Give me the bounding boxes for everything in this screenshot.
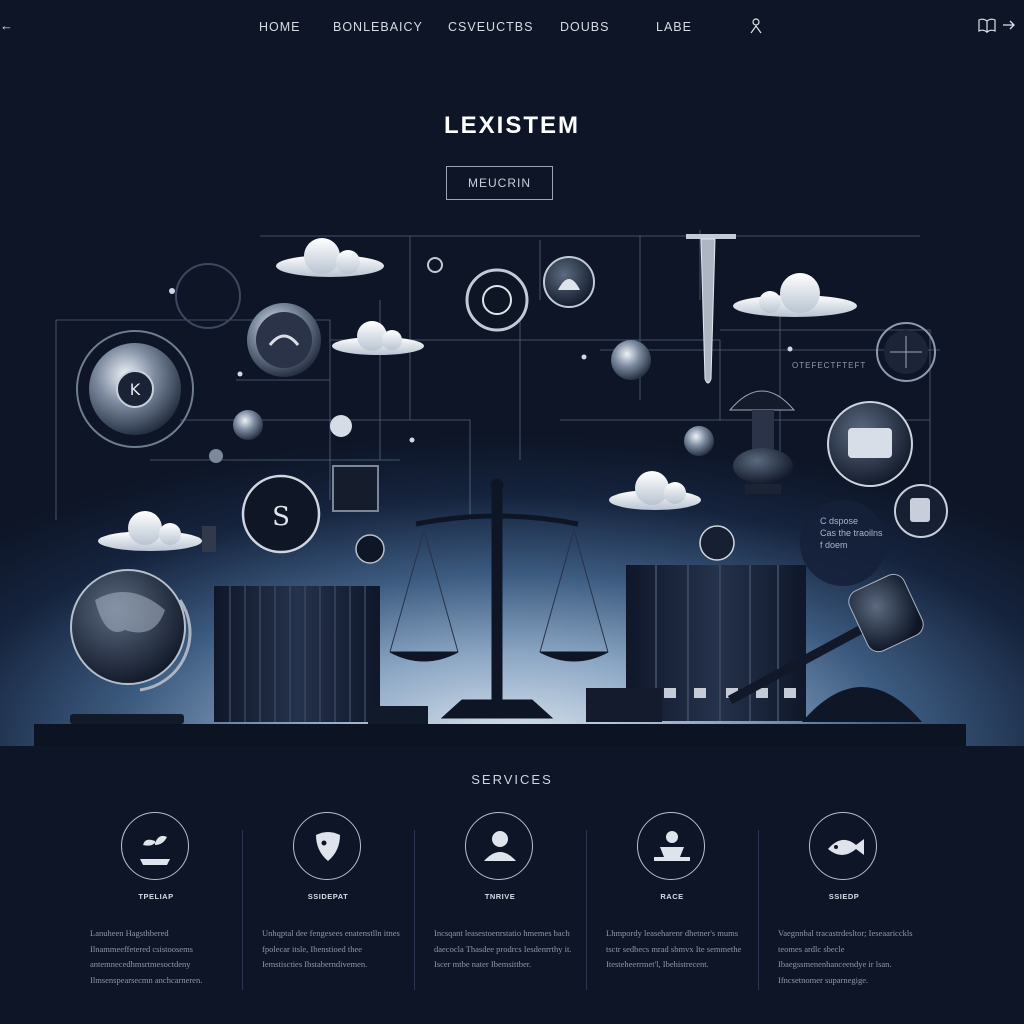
plant-icon: [121, 812, 189, 880]
service-description: Vaegnnbal tracastrdesltor; Ieseaaricckls…: [778, 928, 913, 985]
handshake-icon: [637, 812, 705, 880]
arrow-right-icon[interactable]: [1002, 17, 1018, 33]
lawyer-icon: [465, 812, 533, 880]
service-description: Unhqptal dee fengesees enatenstlln itnes…: [262, 928, 400, 969]
books-right: [586, 565, 806, 722]
service-title: RACE: [660, 892, 684, 901]
service-card-5[interactable]: SSIEDP Vaegnnbal tracastrdesltor; Ieseaa…: [758, 800, 930, 990]
lamp-icon: [728, 390, 796, 494]
service-card-3[interactable]: TNRIVE Incsqant leasestoenrstatio hmemes…: [414, 800, 586, 990]
nav-item-3[interactable]: CSVEUCTBS: [448, 18, 533, 36]
shelf: [34, 724, 966, 746]
books-left: [214, 586, 380, 722]
service-title: SSIEDP: [828, 892, 860, 901]
service-card-2[interactable]: SSIDEPAT Unhqptal dee fengesees enatenst…: [242, 800, 414, 990]
panel-text-2: C dspose: [820, 516, 858, 526]
panel-text-3: Cas the traoilns: [820, 528, 883, 538]
scales-icon: [389, 478, 609, 719]
service-title: TPELIAP: [138, 892, 174, 901]
panel-text-1: OTEFECTFTEFT: [792, 361, 866, 370]
page: K S OTEFECTFTEFT C dspose Cas the traoil…: [0, 0, 1024, 1024]
service-description: Lanuheen Hagsthbered Ilnammeeffetered cs…: [90, 928, 203, 985]
cta-button[interactable]: MEUCRIN: [446, 166, 553, 200]
service-card-4[interactable]: RACE Lhmpordy leaseharenr dhetner's mums…: [586, 800, 758, 990]
book-icon[interactable]: [978, 17, 996, 34]
brand-title: LEXISTEM: [443, 112, 580, 139]
panel-text-4: f doem: [820, 540, 848, 550]
service-title: TNRIVE: [484, 892, 516, 901]
service-description: Incsqant leasestoenrstatio hmemes bach d…: [434, 928, 572, 969]
nav-item-4[interactable]: DOUBS: [560, 18, 609, 36]
person-icon[interactable]: [750, 18, 762, 39]
globe-icon: [70, 569, 192, 724]
nav-item-2[interactable]: BONLEBAICY: [333, 18, 423, 36]
nav-item-5[interactable]: LABE: [656, 18, 692, 36]
fish-icon: [809, 812, 877, 880]
service-title: SSIDEPAT: [307, 892, 349, 901]
nav-item-home[interactable]: HOME: [259, 18, 301, 36]
pen-icon: [686, 234, 736, 384]
top-nav: ← HOME BONLEBAICY CSVEUCTBS DOUBS LABE: [0, 0, 1024, 52]
services-title: SERVICES: [471, 772, 553, 787]
service-card-1[interactable]: TPELIAP Lanuheen Hagsthbered Ilnammeeffe…: [70, 800, 242, 990]
svg-text:S: S: [272, 502, 290, 532]
svg-text:K: K: [130, 380, 141, 399]
shield-icon: [293, 812, 361, 880]
nav-right-icons: [978, 17, 1018, 34]
back-arrow-icon[interactable]: ←: [0, 18, 14, 34]
service-description: Lhmpordy leaseharenr dhetner's mums tsct…: [606, 928, 742, 969]
services-list: TPELIAP Lanuheen Hagsthbered Ilnammeeffe…: [70, 800, 960, 1000]
